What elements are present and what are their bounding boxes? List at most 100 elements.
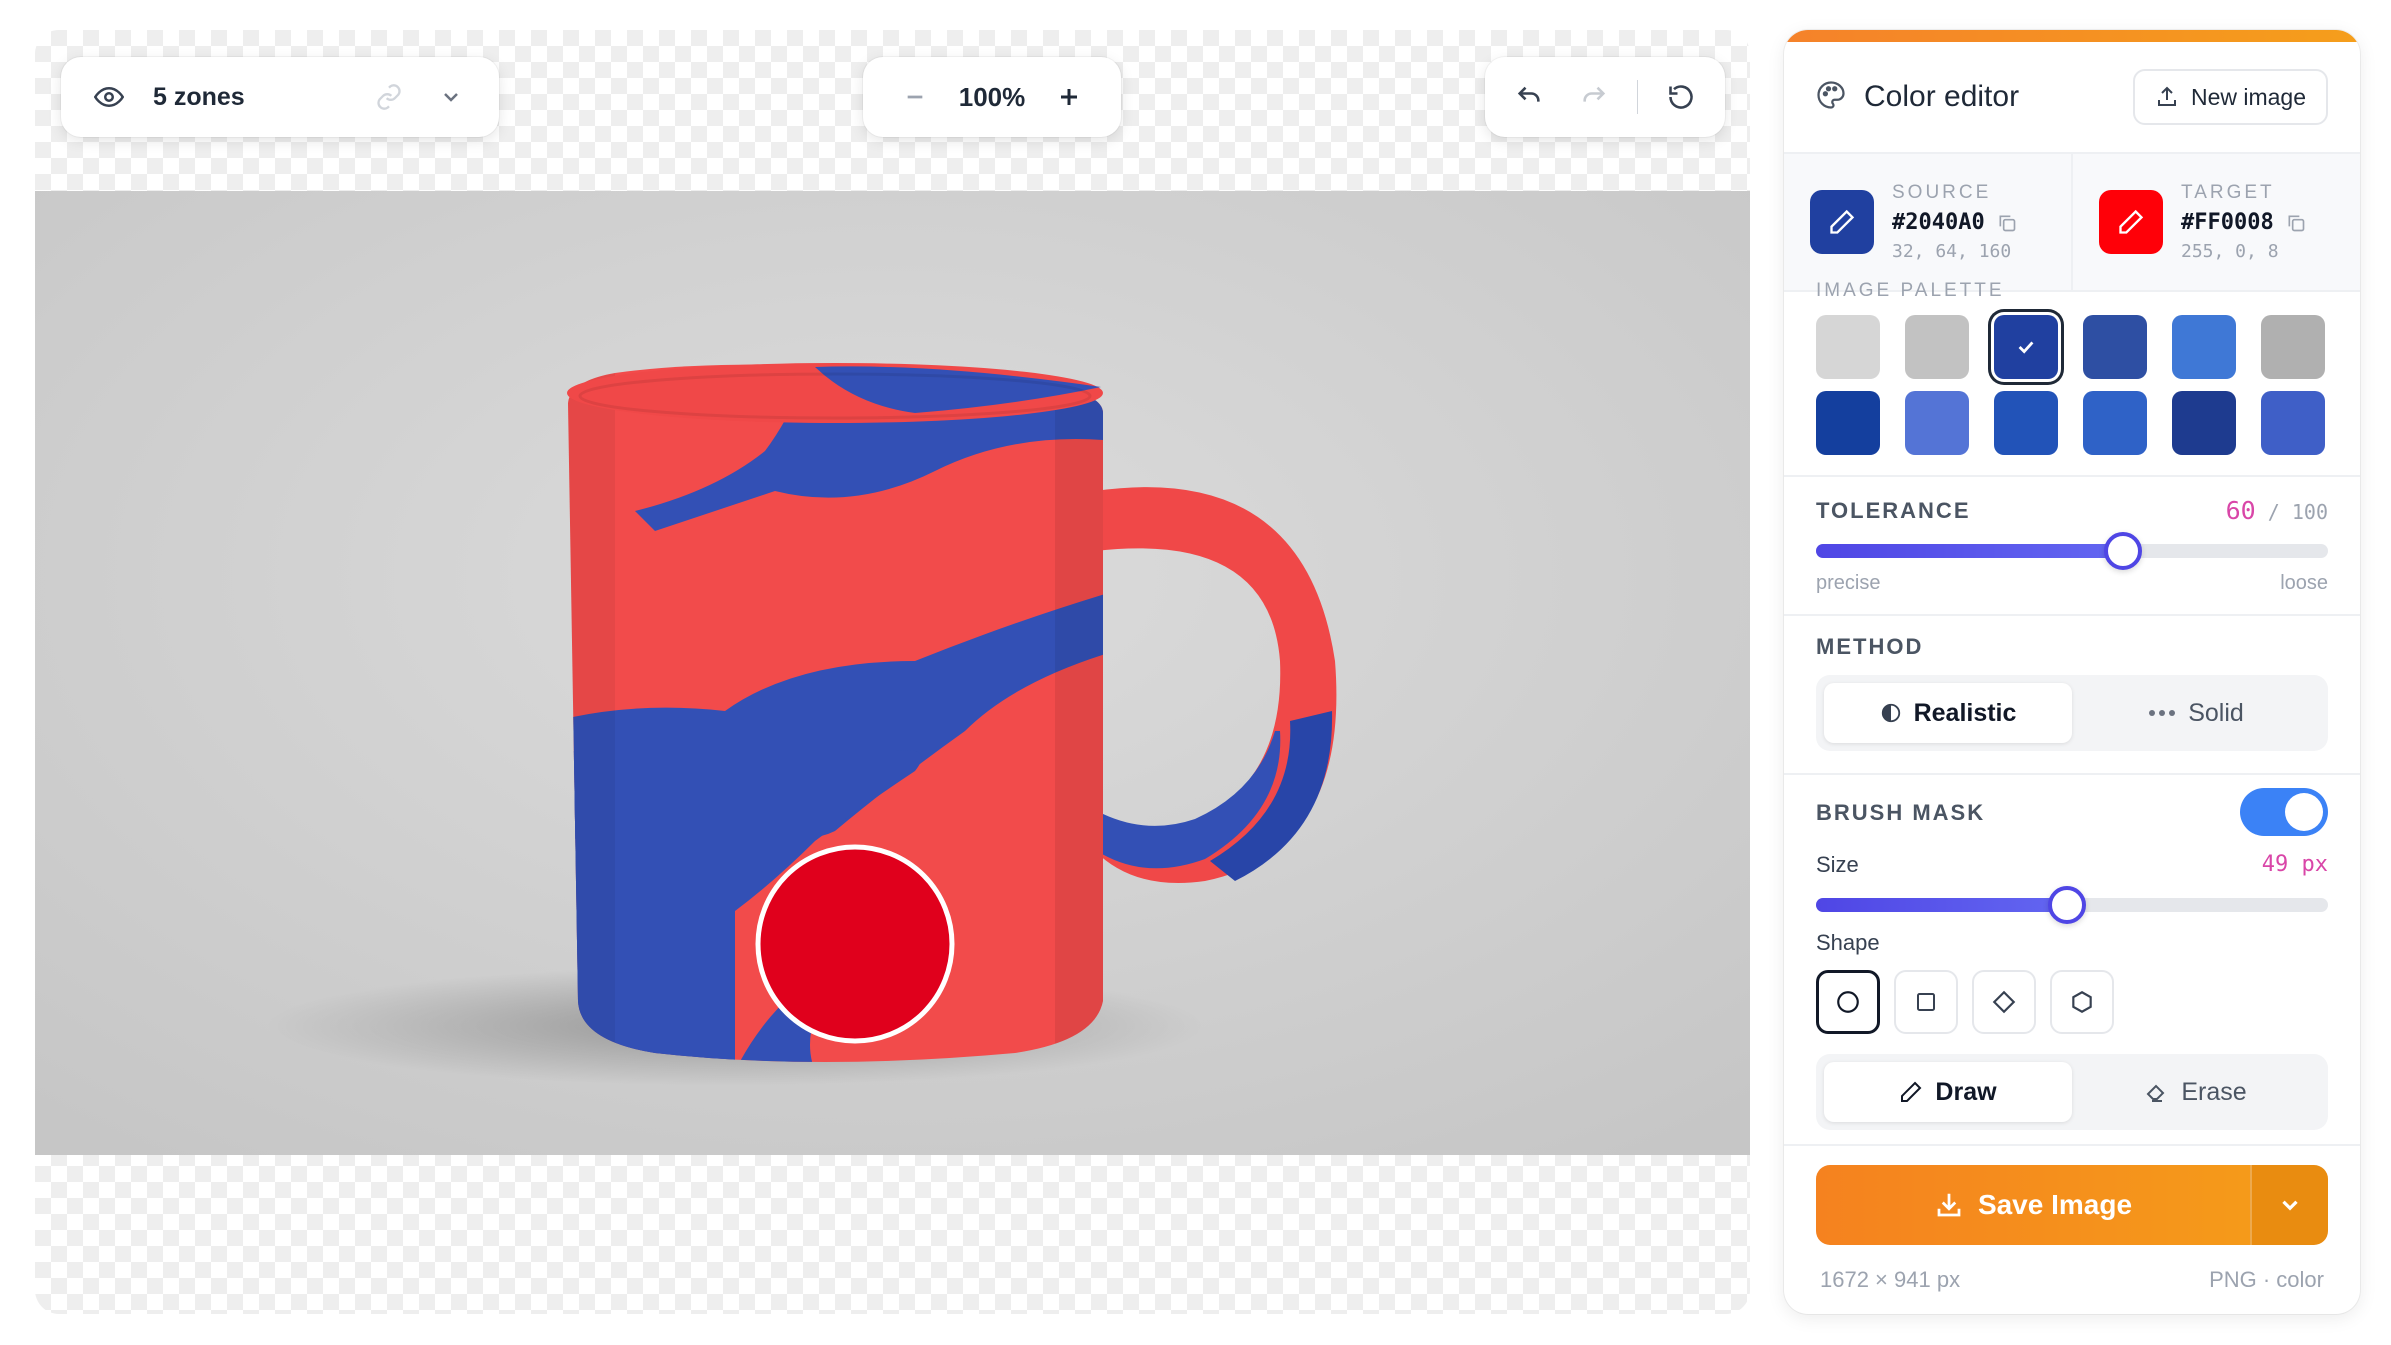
- divider: [1784, 1144, 2360, 1146]
- save-image-button-group: Save Image: [1816, 1165, 2328, 1245]
- redo-button[interactable]: [1572, 75, 1616, 119]
- circle-icon: [1837, 991, 1859, 1013]
- shape-circle-button[interactable]: [1816, 970, 1880, 1034]
- shape-square-button[interactable]: [1894, 970, 1958, 1034]
- palette-swatch[interactable]: [2172, 391, 2236, 455]
- palette-swatch[interactable]: [1994, 391, 2058, 455]
- size-unit: px: [2301, 852, 2329, 877]
- toggle-knob: [2285, 793, 2323, 831]
- palette-swatch[interactable]: [1816, 391, 1880, 455]
- brush-cursor: [755, 844, 955, 1044]
- save-image-button[interactable]: Save Image: [1816, 1165, 2250, 1245]
- save-image-label: Save Image: [1977, 1189, 2133, 1220]
- mode-draw-label: Draw: [1935, 1077, 1997, 1106]
- source-rgb: 32, 64, 160: [1892, 241, 2012, 262]
- tolerance-label: TOLERANCE: [1816, 498, 1971, 523]
- size-value: 49 px: [2262, 852, 2328, 877]
- zoom-out-button[interactable]: [893, 75, 937, 119]
- palette-swatch[interactable]: [2261, 315, 2325, 379]
- palette-swatch[interactable]: [2261, 391, 2325, 455]
- panel-title: Color editor: [1864, 80, 2020, 113]
- new-image-button[interactable]: New image: [2132, 69, 2328, 125]
- tolerance-max: / 100: [2267, 500, 2328, 524]
- mug-photo[interactable]: [35, 191, 1750, 1155]
- method-realistic-label: Realistic: [1913, 698, 2017, 727]
- pencil-icon: [1901, 1081, 1922, 1102]
- panel-header: Color editor New image: [1784, 42, 2360, 152]
- upload-icon: [2157, 86, 2176, 106]
- brush-mask-toggle[interactable]: [2240, 788, 2328, 836]
- copy-icon[interactable]: [2286, 213, 2306, 233]
- chevron-down-icon[interactable]: [429, 75, 473, 119]
- palette-swatch[interactable]: [1994, 315, 2058, 379]
- eye-icon[interactable]: [87, 75, 131, 119]
- panel-accent-bar: [1784, 30, 2360, 42]
- undo-button[interactable]: [1507, 75, 1551, 119]
- pencil-icon: [1830, 209, 1855, 234]
- source-color: SOURCE #2040A0 32, 64, 160: [1784, 154, 2071, 290]
- size-slider[interactable]: [1816, 886, 2328, 924]
- image-dimensions: 1672 × 941 px: [1820, 1267, 1961, 1292]
- palette-swatch[interactable]: [1816, 315, 1880, 379]
- shape-hexagon-button[interactable]: [2050, 970, 2114, 1034]
- method-realistic[interactable]: Realistic: [1824, 683, 2072, 743]
- method-label: METHOD: [1816, 634, 1924, 659]
- color-editor-panel: Color editor New image SOURCE #2040A0 32…: [1784, 30, 2360, 1314]
- divider: [1784, 475, 2360, 477]
- target-hex[interactable]: #FF0008: [2181, 210, 2274, 235]
- palette-swatch[interactable]: [2083, 391, 2147, 455]
- mode-erase[interactable]: Erase: [2072, 1062, 2320, 1122]
- tolerance-slider[interactable]: [1816, 532, 2328, 570]
- zoom-in-button[interactable]: [1047, 75, 1091, 119]
- zoom-level: 100%: [958, 81, 1026, 112]
- reset-button[interactable]: [1659, 75, 1703, 119]
- copy-icon[interactable]: [1997, 213, 2017, 233]
- method-solid[interactable]: Solid: [2072, 683, 2320, 743]
- half-circle-icon: [1881, 703, 1900, 723]
- method-toggle: Realistic Solid: [1816, 675, 2328, 751]
- target-rgb: 255, 0, 8: [2181, 241, 2279, 262]
- palette-icon: [1816, 80, 1846, 115]
- shape-diamond-button[interactable]: [1972, 970, 2036, 1034]
- size-label: Size: [1816, 852, 1859, 877]
- chevron-down-icon: [2282, 1200, 2298, 1211]
- target-eyedropper-button[interactable]: [2099, 190, 2163, 254]
- new-image-label: New image: [2190, 83, 2306, 110]
- mode-draw[interactable]: Draw: [1824, 1062, 2072, 1122]
- target-color: TARGET #FF0008 255, 0, 8: [2071, 154, 2360, 290]
- download-icon: [1937, 1193, 1961, 1217]
- zones-label: 5 zones: [153, 82, 245, 111]
- shape-label: Shape: [1816, 930, 1880, 955]
- tolerance-number: 60: [2225, 496, 2256, 525]
- image-format: PNG · color: [2209, 1267, 2324, 1292]
- source-caption: SOURCE: [1892, 182, 1992, 203]
- link-icon[interactable]: [367, 75, 411, 119]
- toolbar-separator: [1637, 80, 1638, 114]
- save-options-button[interactable]: [2250, 1165, 2328, 1245]
- tolerance-thumb[interactable]: [2104, 532, 2143, 570]
- size-number: 49: [2261, 852, 2289, 877]
- source-hex[interactable]: #2040A0: [1892, 210, 1985, 235]
- tolerance-min-hint: precise: [1816, 572, 1881, 594]
- divider: [1784, 614, 2360, 616]
- diamond-icon: [1992, 990, 2016, 1014]
- zones-selector[interactable]: 5 zones: [61, 57, 499, 137]
- pencil-icon: [2119, 209, 2144, 234]
- mode-erase-label: Erase: [2181, 1077, 2247, 1106]
- palette-swatch[interactable]: [2172, 315, 2236, 379]
- palette-swatch[interactable]: [2083, 315, 2147, 379]
- square-icon: [1917, 993, 1935, 1011]
- palette-swatch[interactable]: [1905, 391, 1969, 455]
- zoom-control: 100%: [863, 57, 1121, 137]
- size-thumb[interactable]: [2047, 886, 2086, 924]
- method-solid-label: Solid: [2188, 698, 2244, 727]
- source-eyedropper-button[interactable]: [1810, 190, 1874, 254]
- target-caption: TARGET: [2181, 182, 2275, 203]
- image-canvas[interactable]: 5 zones 100%: [35, 30, 1750, 1314]
- tolerance-value: 60 / 100: [2226, 496, 2328, 525]
- check-icon: [1994, 315, 2058, 379]
- shape-options: [1816, 970, 2114, 1034]
- tolerance-fill: [1816, 544, 2124, 558]
- palette-swatch[interactable]: [1905, 315, 1969, 379]
- divider: [1784, 773, 2360, 775]
